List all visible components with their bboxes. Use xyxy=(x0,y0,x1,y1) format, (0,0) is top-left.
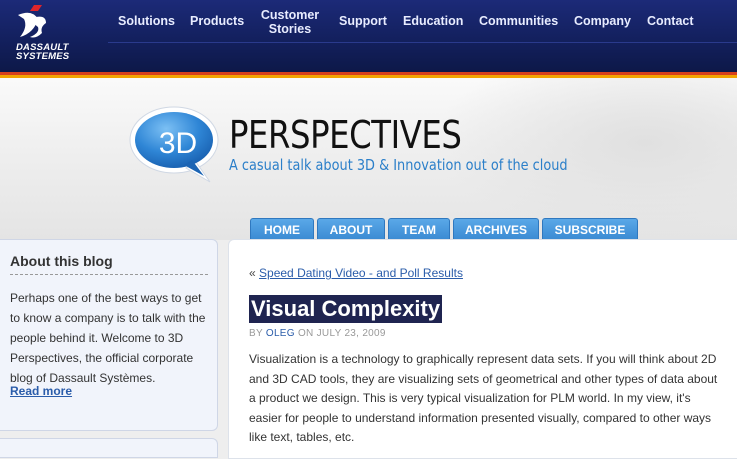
tab-archives[interactable]: ARCHIVES xyxy=(453,218,539,240)
nav-products[interactable]: Products xyxy=(190,14,244,28)
nav-contact[interactable]: Contact xyxy=(647,14,694,28)
brand-name: DASSAULT SYSTEMES xyxy=(16,42,70,62)
nav-divider xyxy=(108,42,737,43)
previous-post-nav: « Speed Dating Video - and Poll Results xyxy=(249,266,463,280)
post-body: Visualization is a technology to graphic… xyxy=(249,352,718,444)
nav-communities[interactable]: Communities xyxy=(479,14,558,28)
nav-customer-stories[interactable]: Customer Stories xyxy=(258,8,322,36)
dassault-logo[interactable]: DASSAULT SYSTEMES xyxy=(6,3,98,65)
next-sidebar-widget xyxy=(0,438,218,458)
nav-solutions[interactable]: Solutions xyxy=(118,14,175,28)
previous-post-link[interactable]: Speed Dating Video - and Poll Results xyxy=(259,266,463,280)
ds-logo-icon xyxy=(18,5,46,38)
widget-text: Perhaps one of the best ways to get to k… xyxy=(10,291,206,385)
nav-company[interactable]: Company xyxy=(574,14,631,28)
byline-prefix: BY xyxy=(249,328,263,339)
tab-subscribe[interactable]: SUBSCRIBE xyxy=(542,218,638,240)
nav-education[interactable]: Education xyxy=(403,14,463,28)
about-blog-widget: About this blog Perhaps one of the best … xyxy=(0,239,218,431)
prev-marker: « xyxy=(249,266,256,280)
post-content: « Speed Dating Video - and Poll Results … xyxy=(228,239,737,459)
tab-about[interactable]: ABOUT xyxy=(317,218,385,240)
top-navigation-bar: DASSAULT SYSTEMES Solutions Products Cus… xyxy=(0,0,737,78)
widget-divider xyxy=(10,274,208,275)
site-tagline: A casual talk about 3D & Innovation out … xyxy=(229,156,568,174)
read-more-link[interactable]: Read more xyxy=(10,384,72,398)
post-date: ON JULY 23, 2009 xyxy=(297,328,386,339)
nav-support[interactable]: Support xyxy=(339,14,387,28)
post-title[interactable]: Visual Complexity xyxy=(249,295,443,323)
author-link[interactable]: OLEG xyxy=(266,328,295,339)
tab-team[interactable]: TEAM xyxy=(388,218,450,240)
tab-home[interactable]: HOME xyxy=(250,218,314,240)
site-title[interactable]: PERSPECTIVES xyxy=(229,113,462,157)
post-byline: BY OLEG ON JULY 23, 2009 xyxy=(249,328,386,339)
bubble-label: 3D xyxy=(158,127,198,160)
widget-title: About this blog xyxy=(10,253,113,269)
